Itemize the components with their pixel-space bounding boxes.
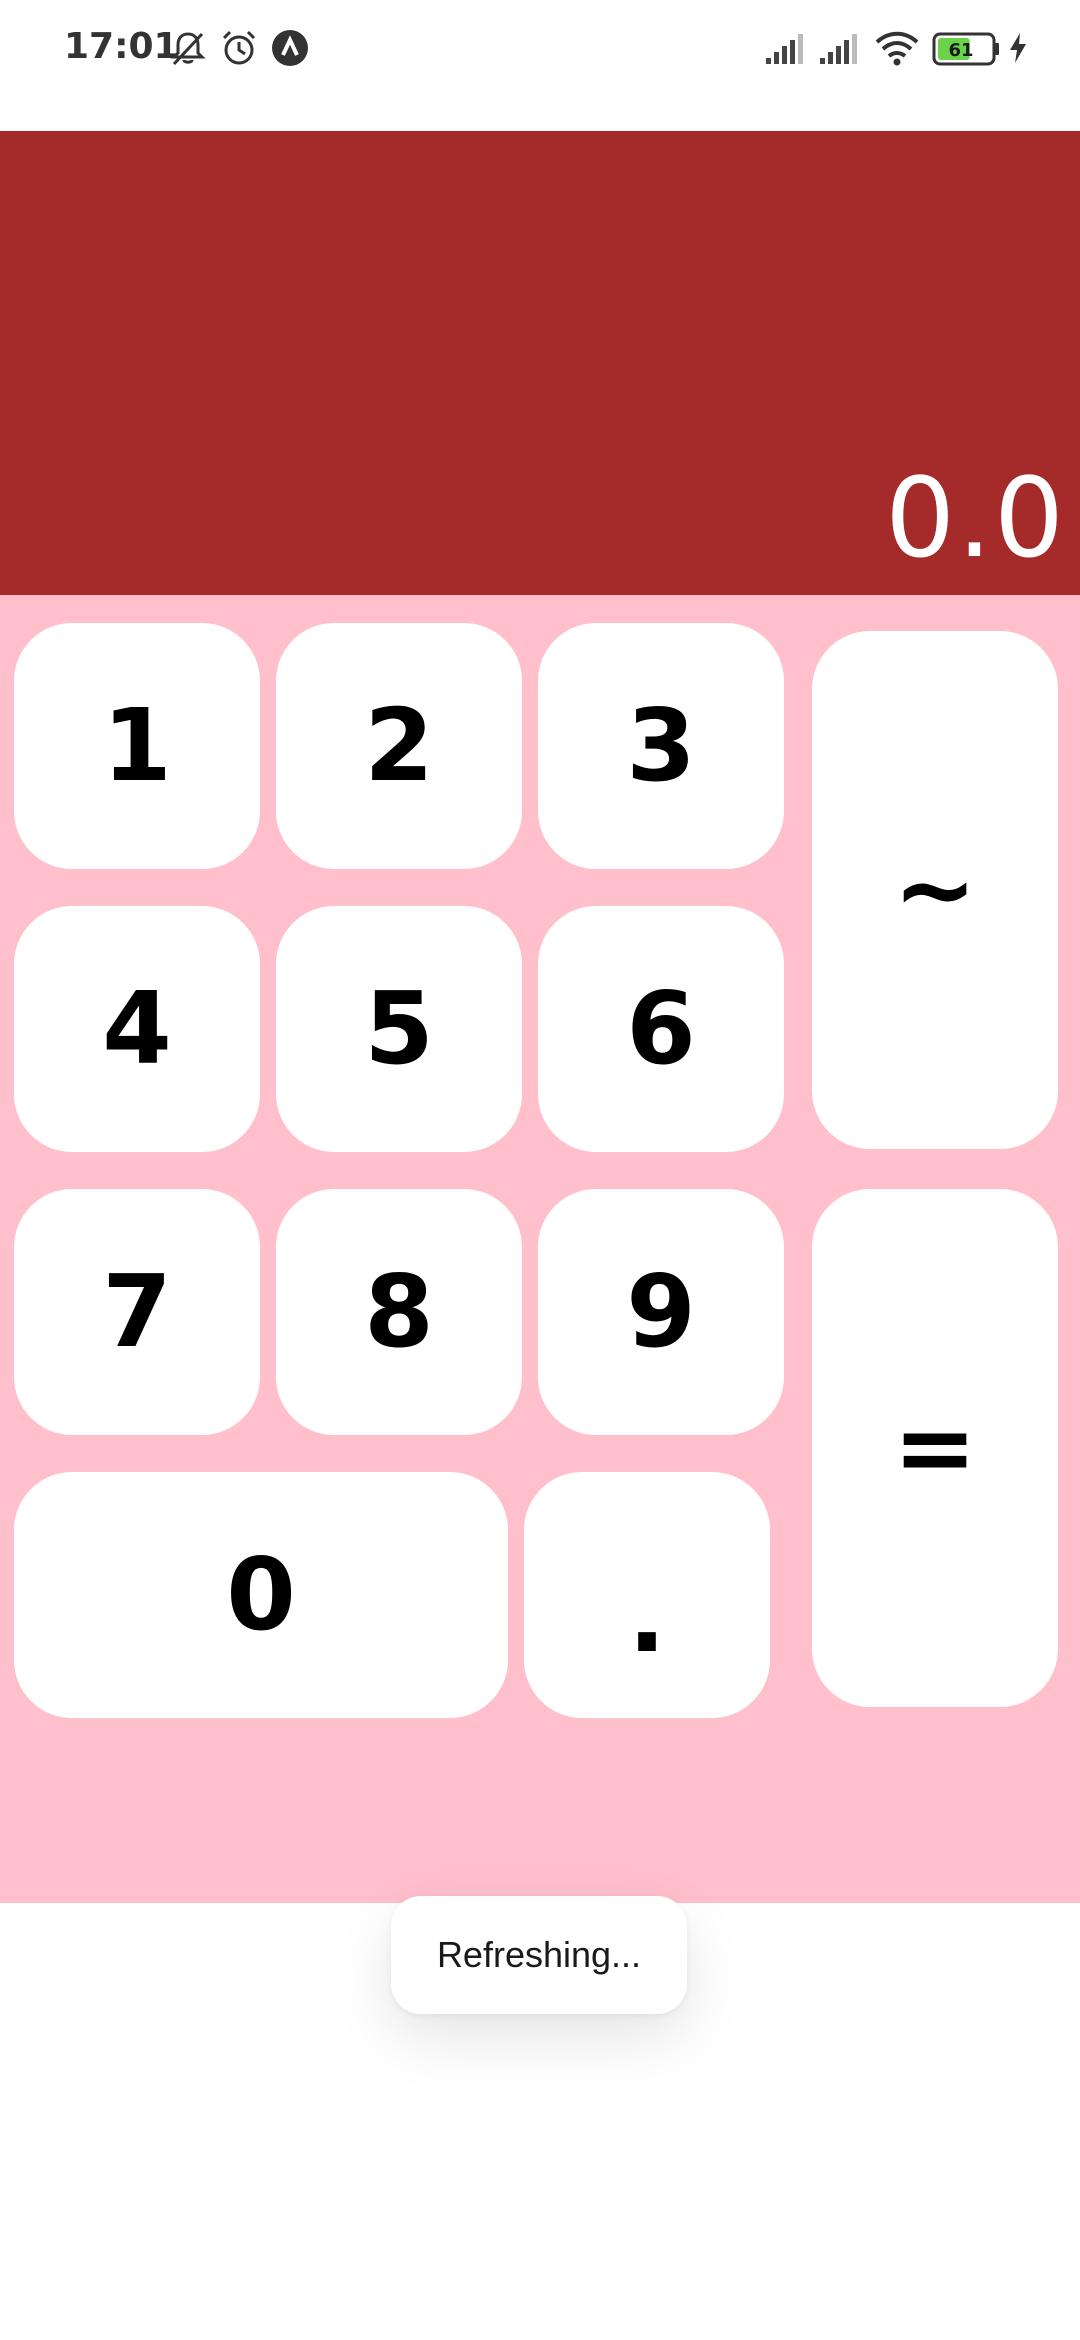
key-3-button[interactable]: 3 (538, 623, 784, 869)
calculator-display: 0.0 (0, 131, 1080, 595)
key-6-button[interactable]: 6 (538, 906, 784, 1152)
battery-icon: 61 (932, 32, 999, 66)
key-3-label: 3 (626, 687, 696, 804)
key-4-button[interactable]: 4 (14, 906, 260, 1152)
key-2-label: 2 (364, 687, 434, 804)
key-6-label: 6 (626, 970, 696, 1087)
key-9-label: 9 (626, 1253, 696, 1370)
refreshing-toast: Refreshing... (391, 1896, 687, 2014)
key-8-label: 8 (364, 1253, 434, 1370)
key-7-button[interactable]: 7 (14, 1189, 260, 1435)
charging-icon (1010, 33, 1026, 63)
key-7-label: 7 (102, 1253, 172, 1370)
key-5-label: 5 (364, 970, 434, 1087)
key-4-label: 4 (102, 970, 172, 1087)
toast-text: Refreshing... (436, 1934, 642, 1975)
equals-button[interactable]: = (812, 1189, 1058, 1707)
key-8-button[interactable]: 8 (276, 1189, 522, 1435)
key-1-label: 1 (102, 687, 172, 804)
display-value: 0.0 (885, 454, 1066, 582)
battery-level-text: 61 (948, 40, 973, 61)
tilde-button[interactable]: ~ (812, 631, 1058, 1149)
bell-muted-icon (170, 32, 206, 66)
app-notification-icon (272, 30, 308, 66)
equals-label: = (893, 1389, 977, 1506)
signal-icon (766, 34, 803, 64)
wifi-icon (875, 31, 919, 66)
tilde-label: ~ (893, 831, 977, 948)
status-bar: 17:01 61 (0, 0, 1080, 96)
decimal-point-button[interactable]: . (524, 1472, 770, 1718)
key-0-button[interactable]: 0 (14, 1472, 508, 1718)
signal-icon (820, 34, 857, 64)
decimal-point-label: . (628, 1558, 666, 1675)
key-2-button[interactable]: 2 (276, 623, 522, 869)
key-1-button[interactable]: 1 (14, 623, 260, 869)
keypad: 1 2 3 ~ 4 5 6 7 8 9 = 0 . (0, 595, 1080, 1903)
key-5-button[interactable]: 5 (276, 906, 522, 1152)
key-0-label: 0 (226, 1536, 296, 1653)
calculator-screen: 17:01 61 0.0 1 2 3 ~ 4 5 6 7 8 9 = 0 . R… (0, 0, 1080, 2340)
alarm-icon (222, 30, 256, 65)
status-time: 17:01 (64, 26, 179, 67)
key-9-button[interactable]: 9 (538, 1189, 784, 1435)
